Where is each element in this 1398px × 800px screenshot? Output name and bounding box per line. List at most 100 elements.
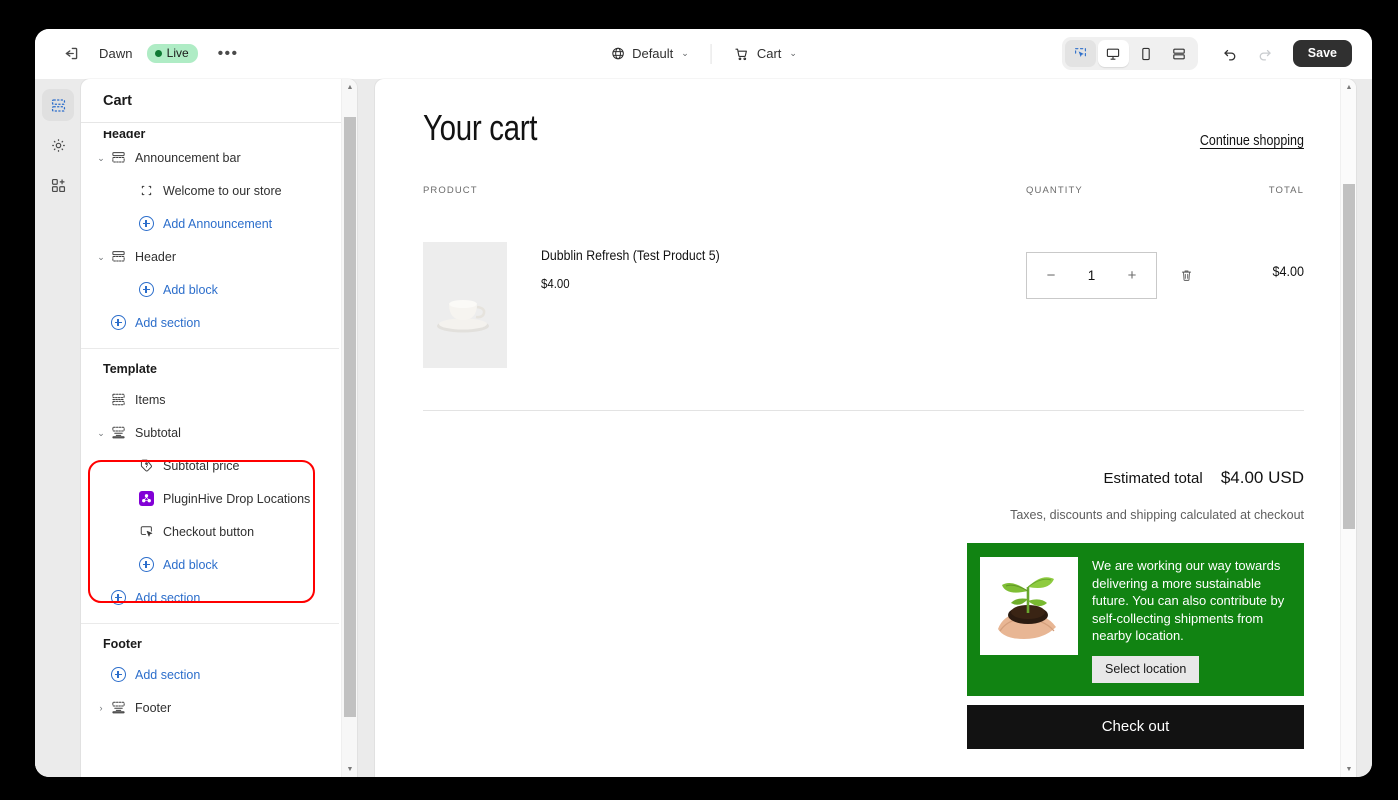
preview-scroll-thumb[interactable] xyxy=(1343,184,1355,529)
plus-circle-glyph xyxy=(110,315,126,330)
quantity-value[interactable]: 1 xyxy=(1088,268,1096,283)
continue-shopping-link[interactable]: Continue shopping xyxy=(1200,133,1304,149)
sidebar-rail-settings[interactable] xyxy=(42,129,74,161)
add-add-section[interactable]: ⌄Add section xyxy=(81,658,339,691)
add-add-announcement[interactable]: ⌄Add Announcement xyxy=(81,207,339,240)
left-icon-rail xyxy=(35,79,81,777)
sidebar-rail-apps[interactable] xyxy=(42,169,74,201)
sidebar-scroll-thumb[interactable] xyxy=(344,117,356,717)
tree-item-label: Subtotal price xyxy=(163,458,240,473)
tax-note: Taxes, discounts and shipping calculated… xyxy=(1010,508,1304,522)
chevron-down-icon[interactable]: ⌄ xyxy=(93,252,109,262)
cart-page: Your cart Continue shopping PRODUCT QUAN… xyxy=(375,79,1356,777)
tree-item-items[interactable]: ⌄Items xyxy=(81,383,339,416)
tree-item-label: Add Announcement xyxy=(163,216,273,231)
plus-circle-glyph xyxy=(138,216,154,231)
tree-item-announcement-bar[interactable]: ⌄ Announcement bar xyxy=(81,141,339,174)
add-add-block[interactable]: ⌄Add block xyxy=(81,273,339,306)
view-mode-group xyxy=(1061,37,1198,70)
locale-selector[interactable]: Default ⌄ xyxy=(601,41,698,66)
tree-item-footer[interactable]: › Footer xyxy=(81,691,339,724)
sidebar-scrollbar[interactable]: ▲ ▼ xyxy=(341,79,357,777)
cart-line-item: Dubblin Refresh (Test Product 5) $4.00 −… xyxy=(423,206,1304,368)
desktop-view-button[interactable] xyxy=(1097,40,1129,67)
plus-circle-glyph xyxy=(110,590,126,605)
trash-icon[interactable] xyxy=(1179,268,1194,283)
chevron-down-icon[interactable]: ⌄ xyxy=(93,153,109,163)
subtotal-icon xyxy=(109,424,127,442)
chevron-down-icon[interactable]: ⌄ xyxy=(93,428,109,438)
sidebar-scroll-up-arrow[interactable]: ▲ xyxy=(342,79,357,95)
product-thumbnail xyxy=(423,242,507,368)
add-add-block[interactable]: ⌄Add block xyxy=(81,548,339,581)
tree-item-welcome-to-our-store[interactable]: ⌄Welcome to our store xyxy=(81,174,339,207)
preview-scroll-up-arrow[interactable]: ▲ xyxy=(1341,79,1356,95)
quantity-decrease-button[interactable]: − xyxy=(1043,267,1059,284)
column-header-product: PRODUCT xyxy=(423,185,478,196)
tree-item-header[interactable]: ⌄ Header xyxy=(81,240,339,273)
tree-item-label: Add block xyxy=(163,282,218,297)
redo-button[interactable] xyxy=(1251,40,1279,68)
tree-item-checkout-button[interactable]: ⌄Checkout button xyxy=(81,515,339,548)
subtotal-icon xyxy=(109,699,127,717)
tree-item-subtotal[interactable]: ⌄ Subtotal xyxy=(81,416,339,449)
column-header-total: TOTAL xyxy=(1268,185,1304,196)
sidebar-scroll-down-arrow[interactable]: ▼ xyxy=(342,761,357,777)
quantity-stepper[interactable]: − 1 + xyxy=(1026,252,1157,299)
tree-item-pluginhive-drop-locations[interactable]: ⌄PluginHive Drop Locations xyxy=(81,482,339,515)
theme-name: Dawn xyxy=(99,46,133,61)
product-name[interactable]: Dubblin Refresh (Test Product 5) xyxy=(541,247,968,263)
checkout-button[interactable]: Check out xyxy=(967,704,1304,749)
page-selector[interactable]: Cart ⌄ xyxy=(725,41,806,67)
sidebar-header: Cart xyxy=(81,79,357,123)
tree-item-label: Add block xyxy=(163,557,218,572)
chevron-down-icon: ⌄ xyxy=(681,48,689,58)
tree-item-label: Add section xyxy=(135,315,201,330)
quantity-increase-button[interactable]: + xyxy=(1124,267,1140,284)
sidebar-group-label: Header xyxy=(103,131,146,141)
plant-seedling-image xyxy=(980,557,1078,655)
section-bar-icon xyxy=(109,248,127,266)
tree-item-label: Checkout button xyxy=(163,524,255,539)
fullwidth-view-button[interactable] xyxy=(1164,40,1195,67)
add-add-section[interactable]: ⌄Add section xyxy=(81,306,339,339)
tree-item-subtotal-price[interactable]: ⌄Subtotal price xyxy=(81,449,339,482)
select-location-button[interactable]: Select location xyxy=(1092,655,1200,683)
sidebar-group: Header⌄Announcement bar⌄Welcome to our s… xyxy=(81,123,339,348)
preview-scrollbar[interactable]: ▲ ▼ xyxy=(1340,79,1356,777)
product-unit-price: $4.00 xyxy=(541,276,570,291)
cart-header-row: Your cart Continue shopping xyxy=(423,101,1304,149)
sidebar-group: Template ⌄Items ⌄ Subtotal ⌄Subtotal price⌄P… xyxy=(81,348,339,623)
undo-button[interactable] xyxy=(1217,40,1245,68)
plus-circle-icon xyxy=(137,215,155,233)
tree-item-label: PluginHive Drop Locations xyxy=(163,491,311,506)
editor-topbar: Dawn Live ••• Default ⌄ Cart ⌄ Save xyxy=(35,29,1372,79)
storefront-preview: Your cart Continue shopping PRODUCT QUAN… xyxy=(375,79,1356,777)
chevron-right-icon[interactable]: › xyxy=(93,703,109,713)
topbar-right-group: Save xyxy=(1061,37,1372,70)
sidebar-rail-sections[interactable] xyxy=(42,89,74,121)
save-button[interactable]: Save xyxy=(1292,40,1352,67)
status-badge: Live xyxy=(146,44,198,63)
tree-item-label: Subtotal xyxy=(135,425,181,440)
live-label: Live xyxy=(166,46,189,60)
preview-scroll-down-arrow[interactable]: ▼ xyxy=(1341,761,1356,777)
add-add-section[interactable]: ⌄Add section xyxy=(81,581,339,614)
live-dot-icon xyxy=(154,49,162,57)
mobile-view-button[interactable] xyxy=(1131,40,1162,67)
sections-tree: Header⌄Announcement bar⌄Welcome to our s… xyxy=(81,123,339,733)
locale-label: Default xyxy=(632,46,674,61)
preview-wrapper: Your cart Continue shopping PRODUCT QUAN… xyxy=(357,79,1372,777)
tree-item-label: Items xyxy=(135,392,166,407)
estimated-total-value: $4.00 USD xyxy=(1220,468,1304,487)
tree-item-label: Add section xyxy=(135,667,201,682)
more-options-button[interactable]: ••• xyxy=(212,42,245,66)
line-item-total: $4.00 xyxy=(1272,263,1304,279)
column-header-quantity: QUANTITY xyxy=(1026,185,1083,196)
sidebar-group-label: Footer xyxy=(103,637,142,651)
inspector-toggle-button[interactable] xyxy=(1064,40,1096,67)
exit-editor-button[interactable] xyxy=(57,40,85,68)
pluginhive-app-glyph xyxy=(138,491,154,506)
button-cursor-icon xyxy=(137,523,155,541)
tree-item-label: Welcome to our store xyxy=(163,183,282,198)
